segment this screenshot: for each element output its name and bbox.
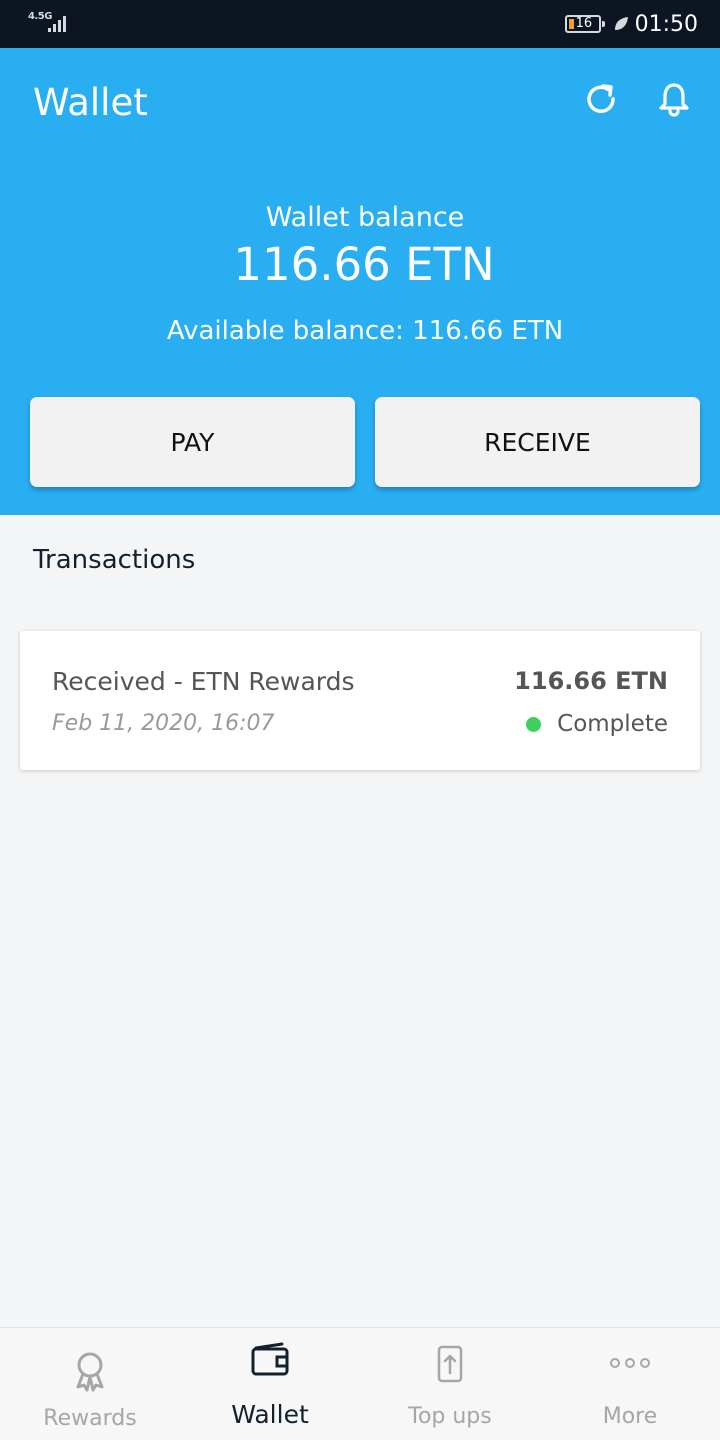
more-icon [610, 1358, 650, 1368]
wallet-icon [251, 1342, 289, 1376]
status-right: 16 01:50 [564, 8, 698, 40]
refresh-icon[interactable] [582, 80, 620, 118]
bottom-navigation: Rewards Wallet Top ups More [0, 1327, 720, 1440]
transaction-item[interactable]: Received - ETN Rewards Feb 11, 2020, 16:… [20, 631, 700, 770]
leaf-icon [614, 17, 628, 30]
wallet-header: Wallet Wallet balance 116.66 ETN Availab… [0, 48, 720, 515]
nav-wallet[interactable]: Wallet [180, 1328, 360, 1440]
nav-top-ups[interactable]: Top ups [360, 1328, 540, 1440]
balance-label: Wallet balance [265, 202, 465, 233]
award-icon [76, 1352, 104, 1392]
nav-rewards[interactable]: Rewards [0, 1328, 180, 1440]
available-balance: Available balance: 116.66 ETN [166, 316, 564, 346]
transaction-status: Complete [526, 711, 668, 737]
transaction-date: Feb 11, 2020, 16:07 [52, 711, 275, 736]
balance-value: 116.66 ETN [233, 238, 495, 291]
bell-icon[interactable] [655, 80, 693, 118]
status-dot-icon [526, 716, 542, 732]
receive-button[interactable]: RECEIVE [375, 397, 700, 487]
network-indicator: 4.5G [28, 10, 88, 38]
nav-wallet-label: Wallet [231, 1400, 309, 1429]
transactions-heading: Transactions [33, 545, 196, 575]
nav-more-label: More [602, 1404, 658, 1429]
clock: 01:50 [634, 11, 698, 37]
status-bar: 4.5G 16 01:50 [0, 0, 720, 48]
nav-more[interactable]: More [540, 1328, 720, 1440]
transaction-amount: 116.66 ETN [514, 667, 668, 695]
transaction-title: Received - ETN Rewards [52, 667, 355, 696]
transaction-status-text: Complete [557, 711, 668, 737]
page-title: Wallet [33, 81, 148, 124]
pay-button[interactable]: PAY [30, 397, 355, 487]
nav-rewards-label: Rewards [43, 1406, 137, 1431]
battery-level: 16 [575, 16, 593, 31]
top-up-icon [437, 1345, 463, 1383]
signal-icon [48, 16, 66, 32]
battery-icon: 16 [564, 15, 605, 33]
nav-top-ups-label: Top ups [408, 1404, 492, 1429]
